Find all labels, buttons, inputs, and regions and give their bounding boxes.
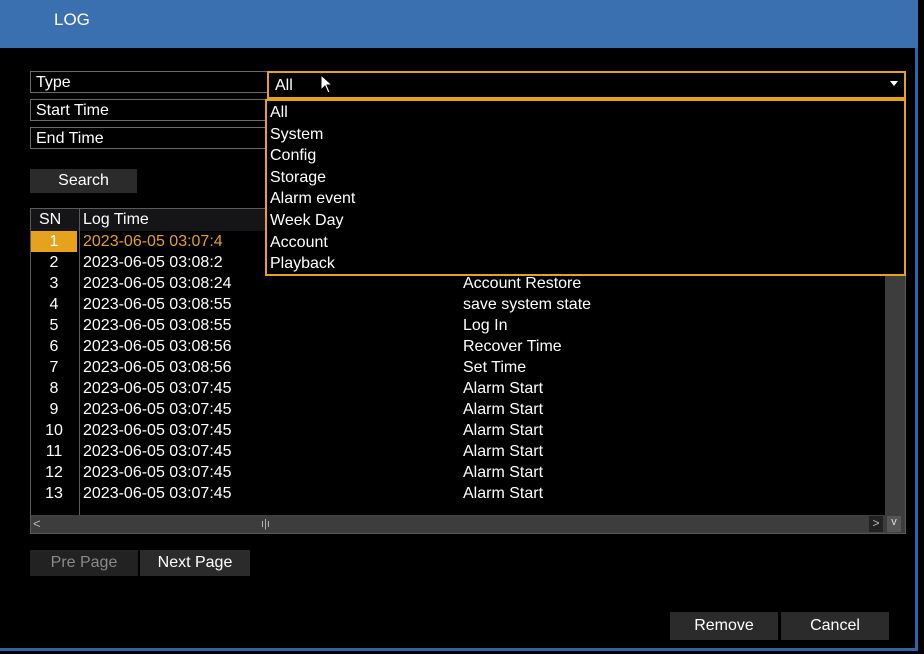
cell-log-time: 2023-06-05 03:08:55: [83, 317, 232, 334]
scroll-down-button[interactable]: v: [887, 516, 901, 532]
cell-log-type: Alarm Start: [463, 380, 544, 397]
cell-log-type: Alarm Start: [463, 485, 544, 502]
cell-log-type: Alarm Start: [463, 401, 544, 418]
dropdown-option[interactable]: Account: [270, 232, 328, 254]
cell-sn: 10: [45, 422, 63, 439]
cell-sn: 8: [49, 380, 59, 397]
type-select-value: All: [275, 77, 293, 94]
type-dropdown-list: All System Config Storage Alarm event Week Da…: [265, 99, 906, 276]
header-log-time: Log Time: [83, 211, 149, 228]
table-row[interactable]: 3 2023-06-05 03:08:24 Account Restore: [31, 273, 883, 294]
cell-sn: 9: [49, 401, 59, 418]
table-row[interactable]: 13 2023-06-05 03:07:45 Alarm Start: [31, 483, 883, 504]
search-button[interactable]: Search: [30, 169, 137, 193]
remove-button[interactable]: Remove: [670, 612, 778, 640]
type-select[interactable]: All: [267, 71, 906, 99]
cell-log-type: Account Restore: [463, 275, 582, 292]
cell-sn: 4: [49, 296, 59, 313]
cell-log-time: 2023-06-05 03:07:45: [83, 485, 232, 502]
cell-sn: 1: [31, 231, 77, 252]
table-row[interactable]: 4 2023-06-05 03:08:55 save system state: [31, 294, 883, 315]
horizontal-scrollbar[interactable]: < ı|ı > v: [31, 515, 905, 533]
dropdown-option[interactable]: Config: [270, 145, 316, 167]
cell-log-time: 2023-06-05 03:08:56: [83, 338, 232, 355]
cell-log-time: 2023-06-05 03:08:56: [83, 359, 232, 376]
next-page-button[interactable]: Next Page: [140, 550, 250, 576]
cell-log-time: 2023-06-05 03:08:55: [83, 296, 232, 313]
cell-sn: 7: [49, 359, 59, 376]
table-row[interactable]: 7 2023-06-05 03:08:56 Set Time: [31, 357, 883, 378]
cell-log-time: 2023-06-05 03:07:45: [83, 464, 232, 481]
cell-log-time: 2023-06-05 03:07:45: [83, 380, 232, 397]
table-row[interactable]: 11 2023-06-05 03:07:45 Alarm Start: [31, 441, 883, 462]
scroll-right-button[interactable]: >: [869, 516, 883, 532]
cell-log-type: Set Time: [463, 359, 527, 376]
cell-log-type: Alarm Start: [463, 464, 544, 481]
window-title: LOG: [54, 10, 90, 29]
table-row[interactable]: 9 2023-06-05 03:07:45 Alarm Start: [31, 399, 883, 420]
table-row[interactable]: 12 2023-06-05 03:07:45 Alarm Start: [31, 462, 883, 483]
cell-log-time: 2023-06-05 03:08:2: [83, 254, 223, 271]
cell-sn: 12: [45, 464, 63, 481]
chevron-down-icon[interactable]: [890, 81, 898, 86]
end-time-label: End Time: [30, 127, 268, 149]
cell-sn: 2: [49, 254, 59, 271]
table-row[interactable]: 5 2023-06-05 03:08:55 Log In: [31, 315, 883, 336]
type-label: Type: [30, 71, 268, 93]
cell-log-type: Alarm Start: [463, 422, 544, 439]
cell-sn: 3: [49, 275, 59, 292]
cell-sn: 11: [45, 443, 63, 460]
cell-log-time: 2023-06-05 03:07:45: [83, 443, 232, 460]
scroll-thumb[interactable]: ı|ı: [261, 518, 270, 530]
cell-log-type: Alarm Start: [463, 443, 544, 460]
cell-log-type: Recover Time: [463, 338, 562, 355]
dropdown-option[interactable]: Playback: [270, 253, 335, 275]
cell-log-time: 2023-06-05 03:08:24: [83, 275, 232, 292]
cell-log-time: 2023-06-05 03:07:45: [83, 401, 232, 418]
table-row[interactable]: 8 2023-06-05 03:07:45 Alarm Start: [31, 378, 883, 399]
dropdown-option[interactable]: Alarm event: [270, 188, 355, 210]
dropdown-option[interactable]: Week Day: [270, 210, 344, 232]
header-sn: SN: [39, 211, 62, 228]
cell-sn: 5: [49, 317, 59, 334]
cell-log-type: Log In: [463, 317, 508, 334]
log-window: LOG Type Start Time End Time All Search …: [0, 0, 918, 651]
cell-sn: 13: [45, 485, 63, 502]
pointer-arrow-icon: [320, 74, 334, 94]
scroll-left-button[interactable]: <: [33, 516, 41, 531]
dropdown-option[interactable]: All: [270, 102, 288, 124]
table-row[interactable]: 10 2023-06-05 03:07:45 Alarm Start: [31, 420, 883, 441]
cancel-button[interactable]: Cancel: [781, 612, 889, 640]
title-bar: LOG: [0, 0, 918, 48]
dropdown-option[interactable]: Storage: [270, 167, 326, 189]
table-row[interactable]: 6 2023-06-05 03:08:56 Recover Time: [31, 336, 883, 357]
prev-page-button[interactable]: Pre Page: [30, 550, 138, 576]
cell-log-time: 2023-06-05 03:07:4: [83, 233, 223, 250]
cell-log-type: save system state: [463, 296, 592, 313]
cell-log-time: 2023-06-05 03:07:45: [83, 422, 232, 439]
dropdown-option[interactable]: System: [270, 124, 323, 146]
start-time-label: Start Time: [30, 99, 268, 121]
cell-sn: 6: [49, 338, 59, 355]
